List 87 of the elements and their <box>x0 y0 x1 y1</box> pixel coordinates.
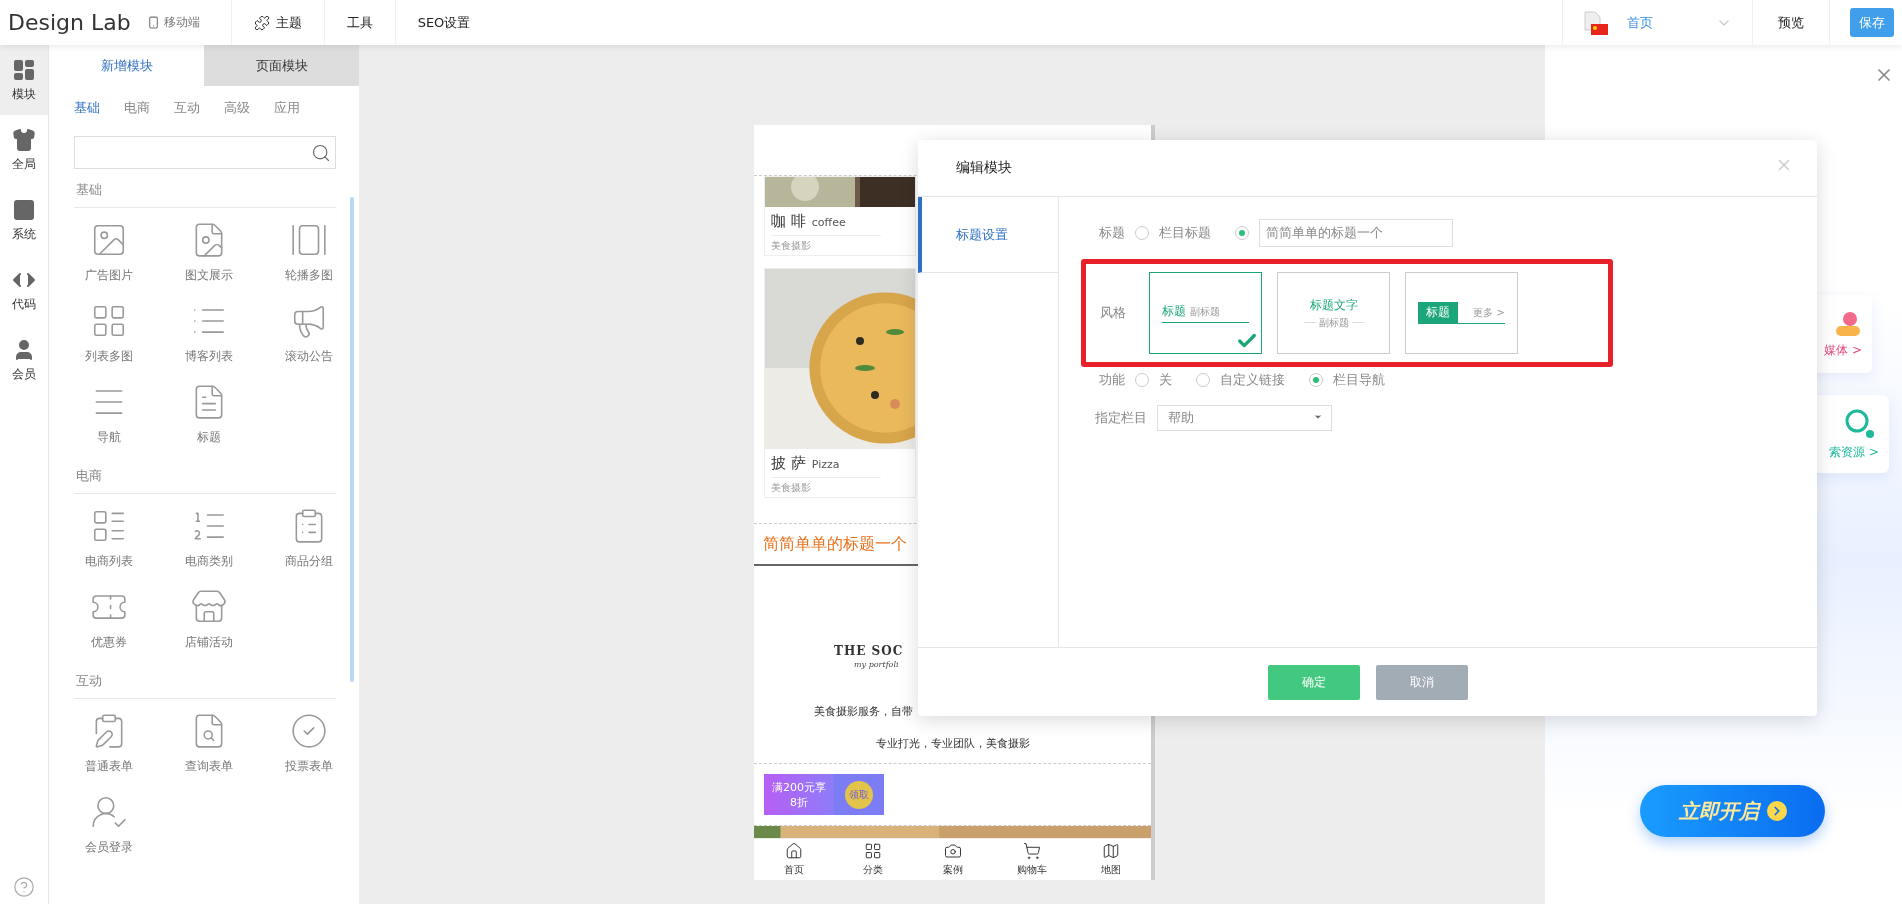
more-link: 更多 > <box>1473 305 1505 320</box>
search-icon <box>311 142 331 163</box>
product-name-english: coffee <box>811 216 846 229</box>
product-name: 披 萨 <box>771 454 806 472</box>
save-button[interactable]: 保存 <box>1850 8 1894 37</box>
category-tab[interactable]: 互动 <box>174 99 200 117</box>
section-title: 电商 <box>74 467 336 494</box>
module-tile[interactable]: 标题 <box>159 374 259 455</box>
style-option[interactable]: 标题文字 副标题 <box>1277 272 1390 354</box>
grid-icon <box>864 842 883 860</box>
promo-link[interactable]: 媒体 > <box>1824 341 1862 359</box>
module-tile[interactable]: 商品分组 <box>259 498 359 579</box>
module-tile[interactable]: 会员登录 <box>59 784 159 865</box>
brand-subtitle: my portfoli <box>854 660 900 670</box>
description-text: 美食摄影服务，自带 <box>814 704 914 720</box>
section-title: 基础 <box>74 181 336 208</box>
dialog-nav-item[interactable]: 标题设置 <box>918 197 1058 273</box>
home-icon <box>784 842 803 860</box>
product-note: 美食摄影 <box>771 235 881 253</box>
module-tile[interactable]: 滚动公告 <box>259 293 359 374</box>
section-title: 互动 <box>74 672 336 699</box>
brand-title: THE SOC <box>834 644 905 659</box>
field-label: 指定栏目 <box>1094 409 1147 427</box>
scrollbar[interactable] <box>350 197 354 682</box>
start-button[interactable]: 立即开启 <box>1640 785 1825 837</box>
flag-document-icon <box>1583 10 1609 35</box>
module-tile[interactable]: 投票表单 <box>259 703 359 784</box>
module-tile[interactable]: 店铺活动 <box>159 579 259 660</box>
dialog-title: 编辑模块 <box>956 159 1012 177</box>
module-tile[interactable]: 图文展示 <box>159 212 259 293</box>
radio-label: 自定义链接 <box>1220 371 1285 389</box>
style-option[interactable]: 标题 更多 > <box>1405 272 1518 354</box>
style-subtitle: 副标题 <box>1303 315 1364 330</box>
caret-icon <box>1313 412 1323 422</box>
nav-button[interactable]: SEO设置 <box>394 0 493 45</box>
module-tile[interactable]: 列表多图 <box>59 293 159 374</box>
radio-label: 关 <box>1159 371 1172 389</box>
product-note: 美食摄影 <box>771 477 881 495</box>
column-select[interactable]: 帮助 <box>1157 405 1332 431</box>
map-icon <box>1102 842 1121 860</box>
module-tile[interactable]: 广告图片 <box>59 212 159 293</box>
nav-button[interactable]: 工具 <box>323 0 395 45</box>
search-field[interactable] <box>74 136 336 169</box>
module-tile[interactable]: 电商列表 <box>59 498 159 579</box>
phone-icon[interactable] <box>146 16 160 29</box>
help-icon[interactable] <box>13 876 35 898</box>
camera-icon <box>943 842 962 860</box>
module-tile[interactable]: 博客列表 <box>159 293 259 374</box>
field-label: 风格 <box>1100 304 1126 322</box>
product-name-english: Pizza <box>811 458 840 471</box>
category-tab[interactable]: 电商 <box>124 99 150 117</box>
panel-tab[interactable]: 页面模块 <box>204 45 359 86</box>
nav-button[interactable]: 主题 <box>230 0 324 45</box>
module-tile[interactable]: 优惠券 <box>59 579 159 660</box>
module-tile[interactable]: 轮播多图 <box>259 212 359 293</box>
blocks-icon <box>12 57 36 82</box>
page-select[interactable]: 首页 <box>1562 0 1752 45</box>
title-input[interactable]: 简简单单的标题一个 <box>1259 219 1453 247</box>
style-title: 标题 <box>1418 302 1458 323</box>
style-title: 标题 <box>1162 303 1186 320</box>
description-text: 专业打光，专业团队，美食摄影 <box>874 736 1031 752</box>
category-tab[interactable]: 基础 <box>74 99 100 117</box>
module-tile[interactable]: 导航 <box>59 374 159 455</box>
field-label: 标题 <box>1099 224 1125 242</box>
rail-item[interactable]: 模块 <box>0 45 48 115</box>
radio-label: 栏目导航 <box>1333 371 1385 389</box>
style-title: 标题文字 <box>1309 296 1358 314</box>
category-tab[interactable]: 应用 <box>274 99 300 117</box>
app-logo: Design Lab <box>8 10 131 35</box>
coupon: 满200元享 8折 <box>764 774 834 816</box>
check-circle-icon <box>290 712 328 750</box>
claim-button[interactable]: 领取 <box>845 780 873 809</box>
style-option[interactable]: 标题 副标题 <box>1149 272 1262 354</box>
module-tile[interactable]: 电商类别 <box>159 498 259 579</box>
module-tile[interactable]: 查询表单 <box>159 703 259 784</box>
device-label[interactable]: 移动端 <box>163 14 200 31</box>
radio-label: 栏目标题 <box>1159 224 1211 242</box>
category-tab[interactable]: 高级 <box>224 99 250 117</box>
promo-link[interactable]: 索资源 > <box>1829 443 1879 461</box>
cart-icon <box>1022 842 1041 860</box>
field-label: 功能 <box>1099 371 1125 389</box>
product-name: 咖 啡 <box>771 212 806 230</box>
preview-button[interactable]: 预览 <box>1752 0 1830 45</box>
shirt-icon <box>12 127 36 152</box>
puzzle-icon <box>253 14 270 31</box>
module-tile[interactable]: 普通表单 <box>59 703 159 784</box>
style-subtitle: 副标题 <box>1190 305 1220 319</box>
